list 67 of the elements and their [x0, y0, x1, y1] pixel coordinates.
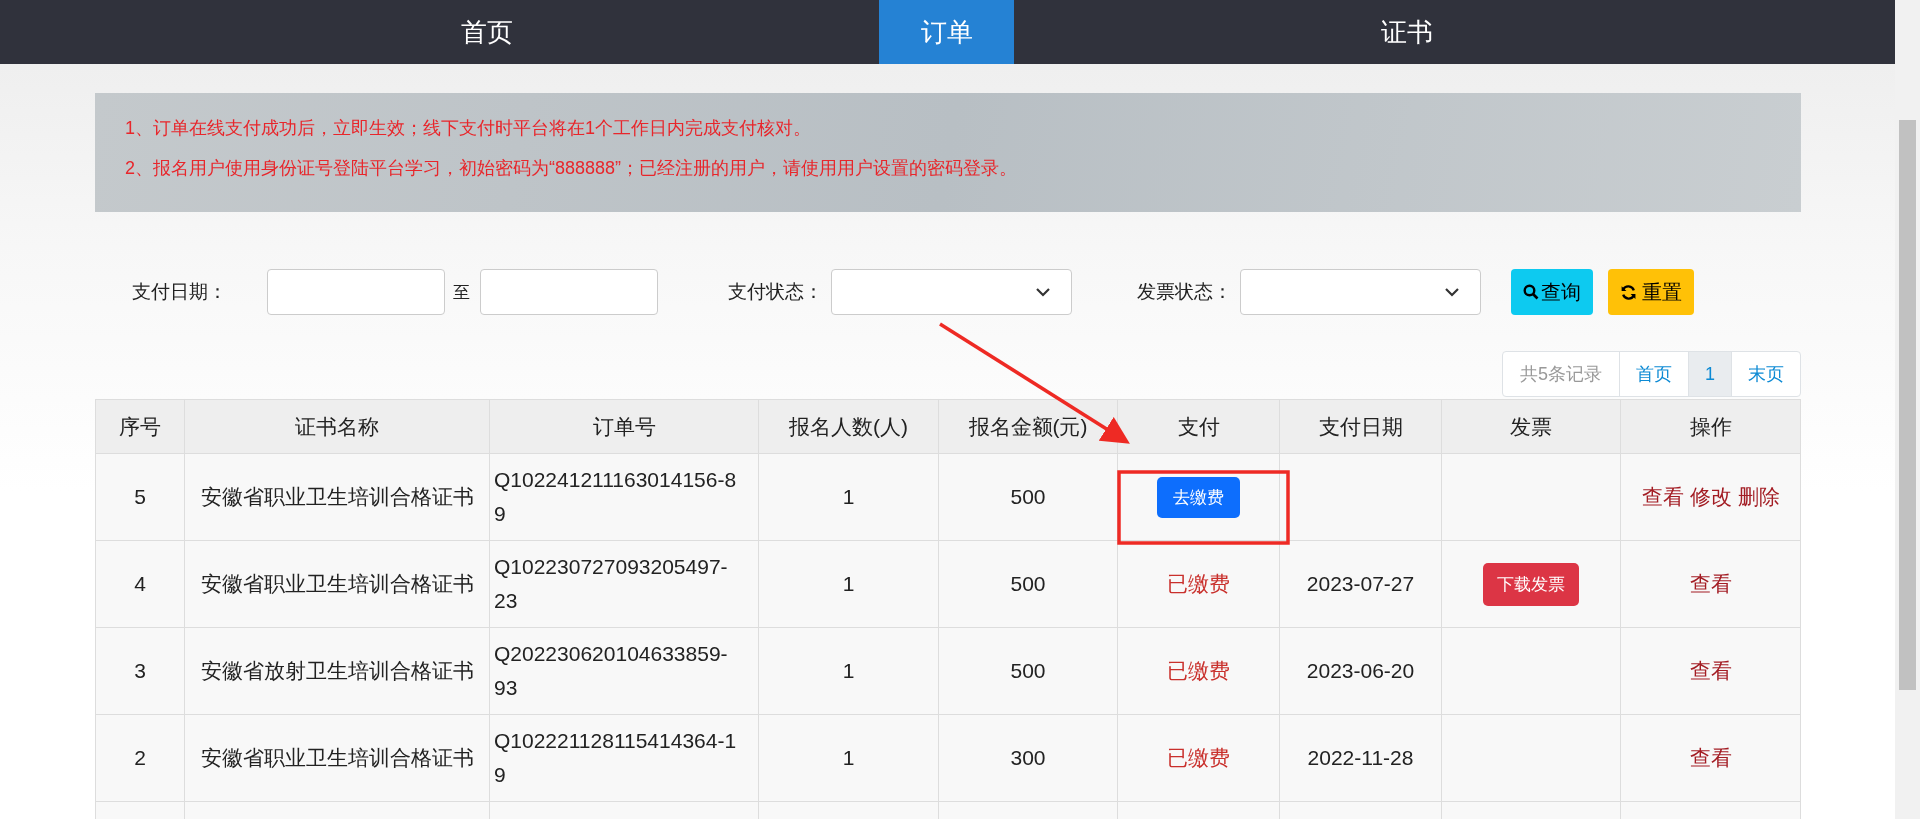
- table-cell: 安徽省职业卫生培训合格证书: [184, 453, 490, 541]
- column-header: 序号: [95, 399, 185, 454]
- nav-tab[interactable]: 证书: [1014, 0, 1799, 64]
- paid-status: 已缴费: [1167, 746, 1230, 769]
- table-cell: 安徽省职业卫生培训合格证书: [184, 714, 490, 802]
- column-header: 支付: [1117, 399, 1280, 454]
- first-page-link[interactable]: 首页: [1619, 352, 1688, 396]
- table-cell: 500: [938, 453, 1118, 541]
- refresh-icon: [1620, 283, 1637, 301]
- date-from-field[interactable]: [267, 269, 445, 315]
- last-page-link[interactable]: 末页: [1731, 352, 1800, 396]
- action-link[interactable]: 查看: [1689, 570, 1732, 598]
- table-cell: 2: [95, 714, 185, 802]
- column-header: 证书名称: [184, 399, 490, 454]
- table-cell: 500: [938, 540, 1118, 628]
- action-link[interactable]: 查看: [1641, 483, 1684, 511]
- table-cell: 安徽省放射卫生培训合格证书: [184, 627, 490, 715]
- table-cell: Q102241211163014156-89: [489, 453, 759, 541]
- scrollbar-thumb[interactable]: [1899, 120, 1916, 690]
- table-cell: 5: [95, 453, 185, 541]
- column-header: 操作: [1620, 399, 1801, 454]
- record-count: 共5条记录: [1518, 363, 1603, 386]
- pay-button[interactable]: 去缴费: [1157, 476, 1240, 518]
- table-cell: Q102230727093205497-23: [489, 540, 759, 628]
- column-header: 发票: [1441, 399, 1621, 454]
- column-header: 报名人数(人): [758, 399, 939, 454]
- pay-date: 2023-07-27: [1306, 572, 1415, 595]
- table-cell: 500: [938, 627, 1118, 715]
- table-cell: 1: [758, 540, 939, 628]
- chevron-icon: [1444, 287, 1460, 297]
- download-invoice-button[interactable]: 下载发票: [1483, 562, 1579, 606]
- pay-date: 2023-06-20: [1306, 659, 1415, 682]
- action-link[interactable]: 查看: [1689, 744, 1732, 772]
- table-cell: Q202230620104633859-93: [489, 627, 759, 715]
- chevron-icon: [1035, 287, 1051, 297]
- filter-label: 支付日期：: [132, 280, 228, 304]
- table-cell: 3: [95, 627, 185, 715]
- search-icon: [1523, 284, 1539, 300]
- table-cell: 安徽省职业卫生培训合格证书: [184, 540, 490, 628]
- paid-status: 已缴费: [1167, 659, 1230, 682]
- status-dropdown[interactable]: [831, 269, 1072, 315]
- column-header: 订单号: [489, 399, 759, 454]
- invoice-dropdown[interactable]: [1240, 269, 1481, 315]
- search-button[interactable]: 查询: [1511, 269, 1593, 315]
- paid-status: 已缴费: [1167, 572, 1230, 595]
- reset-button[interactable]: 重置: [1608, 269, 1694, 315]
- range-separator: 至: [453, 281, 470, 304]
- action-link[interactable]: 查看: [1689, 657, 1732, 685]
- column-header: 报名金额(元): [938, 399, 1118, 454]
- pay-date: 2022-11-28: [1307, 746, 1414, 769]
- table-cell: 300: [938, 714, 1118, 802]
- table-cell: Q102221128115414364-19: [489, 714, 759, 802]
- column-header: 支付日期: [1279, 399, 1442, 454]
- nav-tab[interactable]: 订单: [879, 0, 1014, 64]
- filter-label: 发票状态：: [1137, 280, 1232, 304]
- filter-label: 支付状态：: [728, 280, 823, 304]
- table-cell: 1: [758, 714, 939, 802]
- notice-text: 1、订单在线支付成功后，立即生效；线下支付时平台将在1个工作日内完成支付核对。: [125, 117, 813, 140]
- scrollbar[interactable]: [1895, 0, 1920, 819]
- table-cell: 4: [95, 540, 185, 628]
- action-link[interactable]: 修改: [1689, 483, 1732, 511]
- table-cell: 1: [758, 627, 939, 715]
- nav-tab[interactable]: 首页: [94, 0, 879, 64]
- notice-text: 2、报名用户使用身份证号登陆平台学习，初始密码为“888888”；已经注册的用户，请使用用户设置的密码登录。: [125, 157, 1019, 180]
- table-cell: 1: [758, 453, 939, 541]
- action-link[interactable]: 删除: [1737, 483, 1780, 511]
- date-to-field[interactable]: [480, 269, 658, 315]
